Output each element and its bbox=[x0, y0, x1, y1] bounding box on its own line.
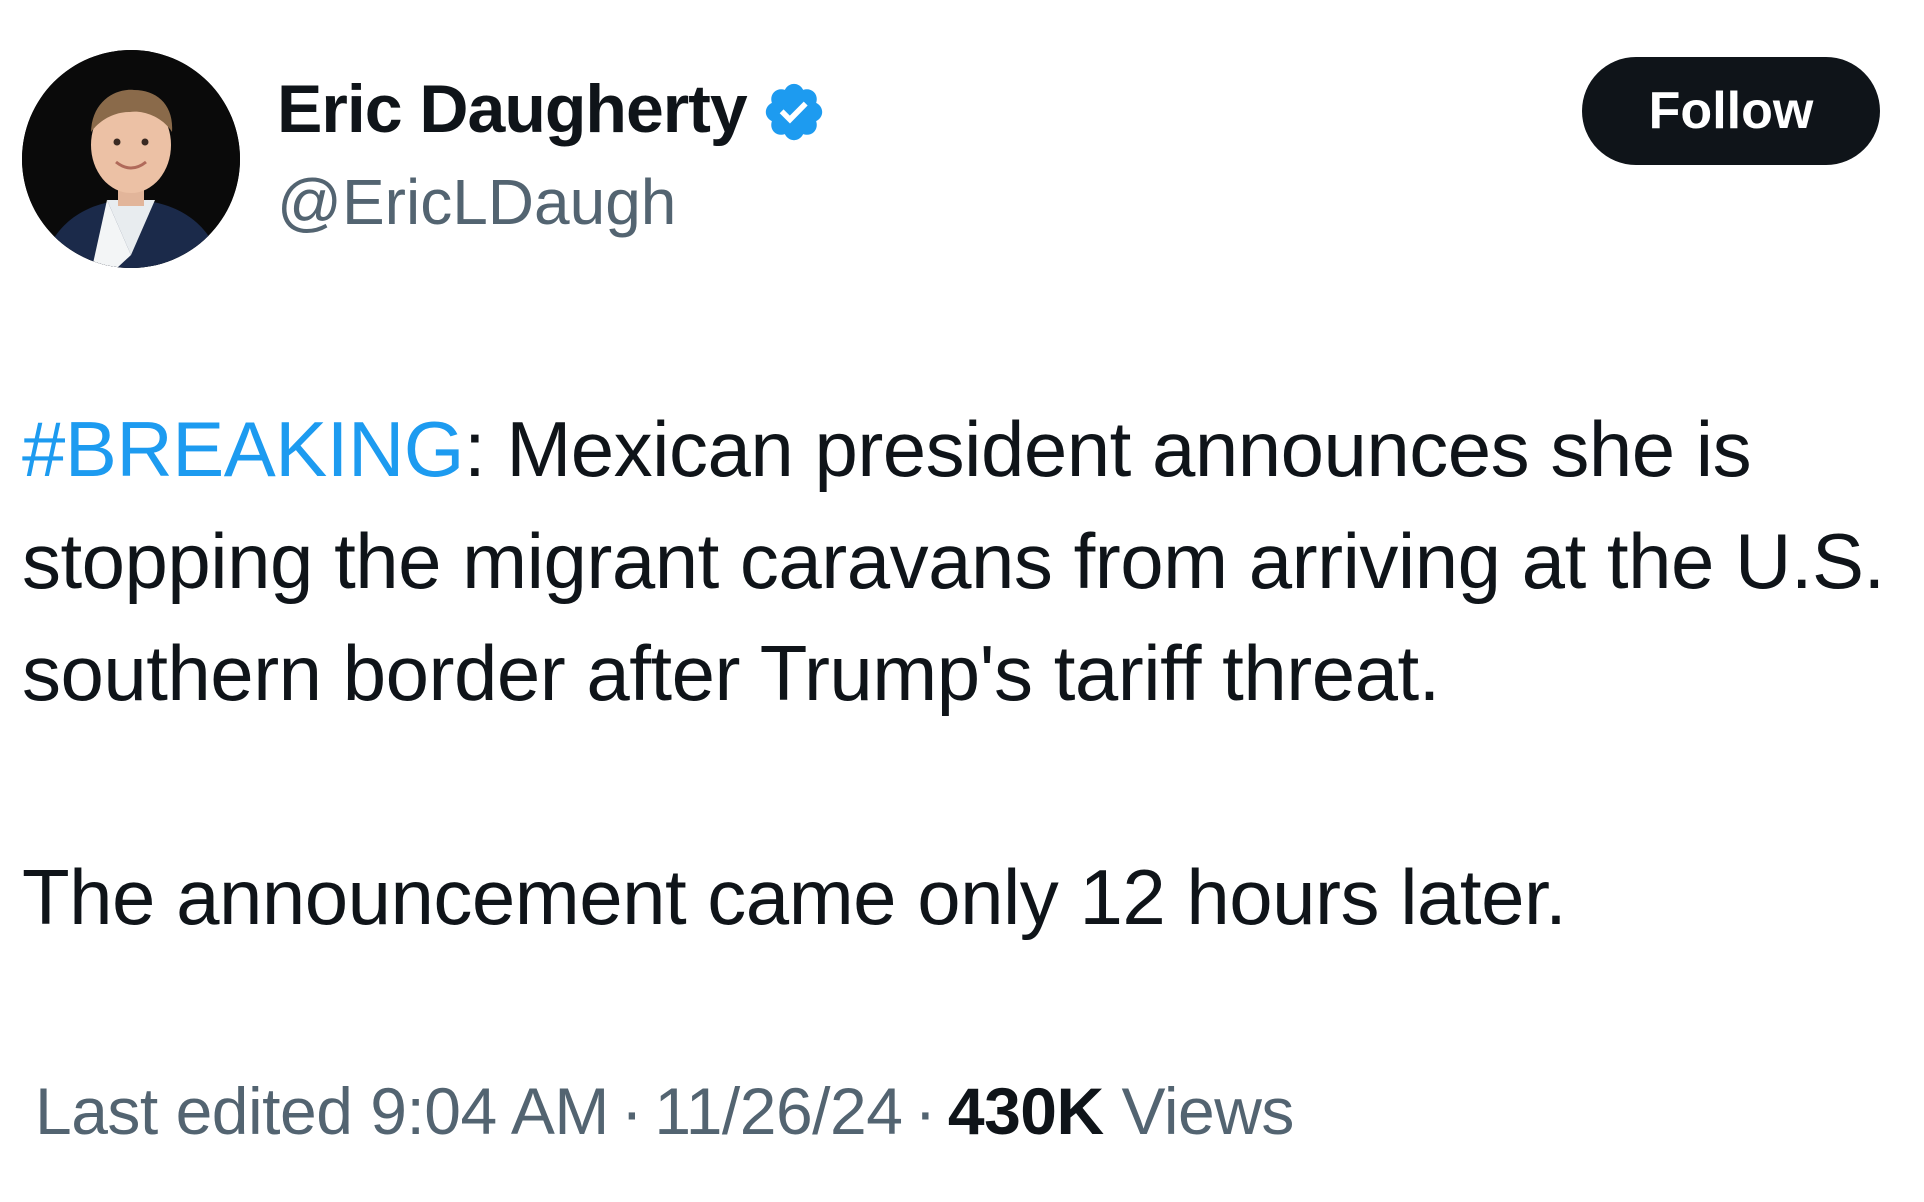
avatar-image bbox=[22, 50, 240, 268]
tweet-date[interactable]: 11/26/24 bbox=[654, 1074, 903, 1148]
author-handle[interactable]: @EricLDaugh bbox=[277, 165, 676, 239]
hashtag-link[interactable]: #BREAKING bbox=[22, 405, 464, 493]
meta-separator: · bbox=[620, 1074, 643, 1148]
tweet-paragraph-1: #BREAKING: Mexican president announces s… bbox=[22, 393, 1902, 729]
views-label: Views bbox=[1121, 1074, 1295, 1148]
tweet-card: Eric Daugherty @EricLDaugh Follow #BREAK… bbox=[0, 0, 1924, 1202]
follow-button[interactable]: Follow bbox=[1582, 57, 1880, 165]
author-name-row: Eric Daugherty bbox=[277, 70, 827, 148]
tweet-meta: Last edited 9:04 AM · 11/26/24 · 430K Views bbox=[35, 1073, 1294, 1149]
verified-badge-icon bbox=[761, 79, 827, 145]
author-display-name[interactable]: Eric Daugherty bbox=[277, 70, 748, 148]
tweet-text: #BREAKING: Mexican president announces s… bbox=[22, 393, 1902, 953]
views-count[interactable]: 430K bbox=[948, 1074, 1104, 1148]
tweet-paragraph-2: The announcement came only 12 hours late… bbox=[22, 853, 1567, 941]
edited-timestamp[interactable]: Last edited 9:04 AM bbox=[35, 1074, 609, 1148]
meta-separator-2: · bbox=[914, 1074, 936, 1148]
avatar[interactable] bbox=[22, 50, 240, 268]
